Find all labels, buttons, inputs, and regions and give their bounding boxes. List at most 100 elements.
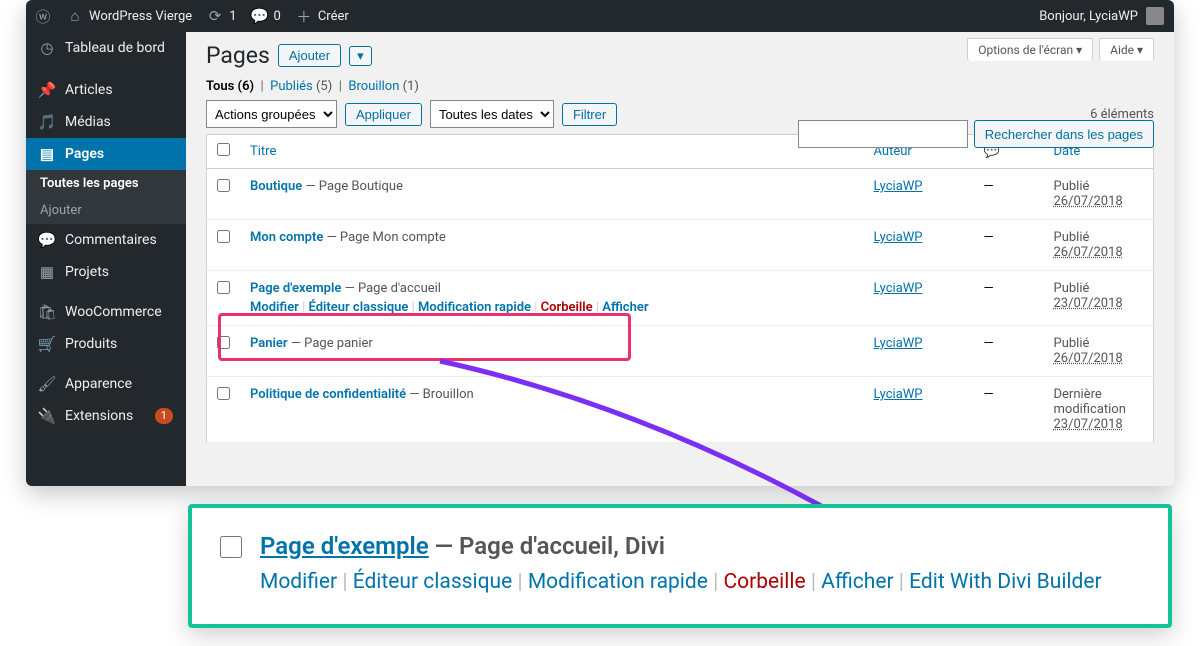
menu-comments[interactable]: 💬Commentaires bbox=[26, 224, 186, 256]
action-edit[interactable]: Modifier bbox=[250, 300, 299, 315]
menu-media[interactable]: 🎵Médias bbox=[26, 106, 186, 138]
filter-all[interactable]: Tous (6) bbox=[206, 79, 254, 94]
comment-icon: 💬 bbox=[251, 7, 269, 25]
admin-topbar: ⓦ ⌂WordPress Vierge ⟳1 💬0 ＋Créer Bonjour… bbox=[26, 0, 1174, 32]
pages-table: Titre Auteur 💬 Date Boutique — Page Bout… bbox=[206, 134, 1154, 443]
filter-published[interactable]: Publiés (5) bbox=[270, 79, 332, 94]
table-row: Politique de confidentialité — Brouillon… bbox=[207, 377, 1154, 443]
zoom-action-quick[interactable]: Modification rapide bbox=[528, 570, 708, 594]
plugin-icon: 🔌 bbox=[38, 407, 56, 425]
page-title: Pages bbox=[206, 42, 270, 69]
brush-icon: 🖌 bbox=[38, 375, 56, 393]
products-icon: 🛒 bbox=[38, 335, 56, 353]
row-title-link[interactable]: Panier bbox=[250, 336, 288, 351]
add-new-button[interactable]: Ajouter bbox=[278, 44, 341, 67]
menu-pages-sub: Toutes les pages Ajouter bbox=[26, 170, 186, 224]
submenu-add-page[interactable]: Ajouter bbox=[26, 197, 186, 224]
avatar[interactable] bbox=[1146, 7, 1164, 25]
apply-button[interactable]: Appliquer bbox=[345, 103, 422, 126]
refresh-icon: ⟳ bbox=[206, 7, 224, 25]
menu-extensions[interactable]: 🔌Extensions 1 bbox=[26, 400, 186, 432]
search-input[interactable] bbox=[798, 120, 968, 148]
zoom-action-trash[interactable]: Corbeille bbox=[723, 570, 805, 594]
zoom-row-actions: Modifier | Éditeur classique | Modificat… bbox=[260, 570, 1102, 594]
row-checkbox[interactable] bbox=[217, 230, 230, 243]
zoom-action-divi[interactable]: Edit With Divi Builder bbox=[909, 570, 1102, 594]
zoom-title-link[interactable]: Page d'exemple bbox=[260, 532, 429, 560]
row-date: Dernière modification23/07/2018 bbox=[1044, 377, 1154, 443]
action-quick[interactable]: Modification rapide bbox=[418, 300, 531, 315]
zoom-title: Page d'exemple — Page d'accueil, Divi bbox=[260, 532, 1102, 560]
zoom-panel: Page d'exemple — Page d'accueil, Divi Mo… bbox=[188, 504, 1172, 628]
row-checkbox[interactable] bbox=[217, 179, 230, 192]
zoom-action-classic[interactable]: Éditeur classique bbox=[353, 570, 513, 594]
menu-dashboard[interactable]: ◷Tableau de bord bbox=[26, 32, 186, 64]
row-author[interactable]: LyciaWP bbox=[874, 281, 923, 296]
menu-woocommerce[interactable]: 🛍WooCommerce bbox=[26, 296, 186, 328]
projects-icon: ▦ bbox=[38, 263, 56, 281]
search-button[interactable]: Rechercher dans les pages bbox=[974, 120, 1154, 148]
plus-icon: ＋ bbox=[295, 7, 313, 25]
woo-icon: 🛍 bbox=[38, 303, 56, 321]
table-row: Panier — Page panier LyciaWP — Publié26/… bbox=[207, 326, 1154, 377]
row-comments: — bbox=[974, 169, 1044, 220]
zoom-checkbox[interactable] bbox=[220, 536, 242, 558]
add-new-dropdown[interactable]: ▾ bbox=[349, 46, 372, 66]
bulk-actions-select[interactable]: Actions groupées bbox=[206, 100, 337, 128]
help-tab[interactable]: Aide ▾ bbox=[1099, 38, 1154, 61]
col-title[interactable]: Titre bbox=[240, 135, 864, 169]
row-comments: — bbox=[974, 326, 1044, 377]
row-date: Publié23/07/2018 bbox=[1044, 271, 1154, 326]
table-row: Boutique — Page Boutique LyciaWP — Publi… bbox=[207, 169, 1154, 220]
menu-products[interactable]: 🛒Produits bbox=[26, 328, 186, 360]
zoom-action-edit[interactable]: Modifier bbox=[260, 570, 337, 594]
row-date: Publié26/07/2018 bbox=[1044, 169, 1154, 220]
row-checkbox[interactable] bbox=[217, 281, 230, 294]
greeting[interactable]: Bonjour, LyciaWP bbox=[1039, 9, 1138, 24]
row-title-link[interactable]: Page d'exemple bbox=[250, 281, 341, 296]
submenu-all-pages[interactable]: Toutes les pages bbox=[26, 170, 186, 197]
row-date: Publié26/07/2018 bbox=[1044, 326, 1154, 377]
comment-icon: 💬 bbox=[38, 231, 56, 249]
create-link[interactable]: ＋Créer bbox=[295, 7, 349, 25]
menu-pages[interactable]: ▤Pages bbox=[26, 138, 186, 170]
action-classic[interactable]: Éditeur classique bbox=[309, 300, 409, 315]
site-link[interactable]: ⌂WordPress Vierge bbox=[66, 7, 192, 25]
row-comments: — bbox=[974, 271, 1044, 326]
row-title-link[interactable]: Boutique bbox=[250, 179, 302, 194]
row-checkbox[interactable] bbox=[217, 336, 230, 349]
date-filter-select[interactable]: Toutes les dates bbox=[430, 100, 554, 128]
row-title-link[interactable]: Mon compte bbox=[250, 230, 323, 245]
action-view[interactable]: Afficher bbox=[602, 300, 648, 315]
menu-posts[interactable]: 📌Articles bbox=[26, 74, 186, 106]
updates-link[interactable]: ⟳1 bbox=[206, 7, 236, 25]
row-author[interactable]: LyciaWP bbox=[874, 230, 923, 245]
row-comments: — bbox=[974, 220, 1044, 271]
pin-icon: 📌 bbox=[38, 81, 56, 99]
admin-sidebar: ◷Tableau de bord 📌Articles 🎵Médias ▤Page… bbox=[26, 32, 186, 486]
screen-options-tab[interactable]: Options de l'écran ▾ bbox=[967, 38, 1093, 61]
media-icon: 🎵 bbox=[38, 113, 56, 131]
row-comments: — bbox=[974, 377, 1044, 443]
wordpress-icon: ⓦ bbox=[34, 7, 52, 25]
table-row: Page d'exemple — Page d'accueil Modifier… bbox=[207, 271, 1154, 326]
menu-appearance[interactable]: 🖌Apparence bbox=[26, 368, 186, 400]
row-author[interactable]: LyciaWP bbox=[874, 387, 923, 402]
dashboard-icon: ◷ bbox=[38, 39, 56, 57]
status-filter: Tous (6) | Publiés (5) | Brouillon (1) bbox=[206, 79, 1154, 94]
row-author[interactable]: LyciaWP bbox=[874, 336, 923, 351]
admin-panel: ⓦ ⌂WordPress Vierge ⟳1 💬0 ＋Créer Bonjour… bbox=[26, 0, 1174, 486]
wp-logo[interactable]: ⓦ bbox=[34, 7, 52, 25]
table-row: Mon compte — Page Mon compte LyciaWP — P… bbox=[207, 220, 1154, 271]
home-icon: ⌂ bbox=[66, 7, 84, 25]
menu-projects[interactable]: ▦Projets bbox=[26, 256, 186, 288]
row-author[interactable]: LyciaWP bbox=[874, 179, 923, 194]
comments-link[interactable]: 💬0 bbox=[251, 7, 281, 25]
filter-draft[interactable]: Brouillon (1) bbox=[348, 79, 419, 94]
action-trash[interactable]: Corbeille bbox=[541, 300, 593, 315]
row-title-link[interactable]: Politique de confidentialité bbox=[250, 387, 406, 402]
select-all-checkbox[interactable] bbox=[217, 143, 230, 156]
row-checkbox[interactable] bbox=[217, 387, 230, 400]
filter-button[interactable]: Filtrer bbox=[562, 103, 617, 126]
zoom-action-view[interactable]: Afficher bbox=[821, 570, 893, 594]
